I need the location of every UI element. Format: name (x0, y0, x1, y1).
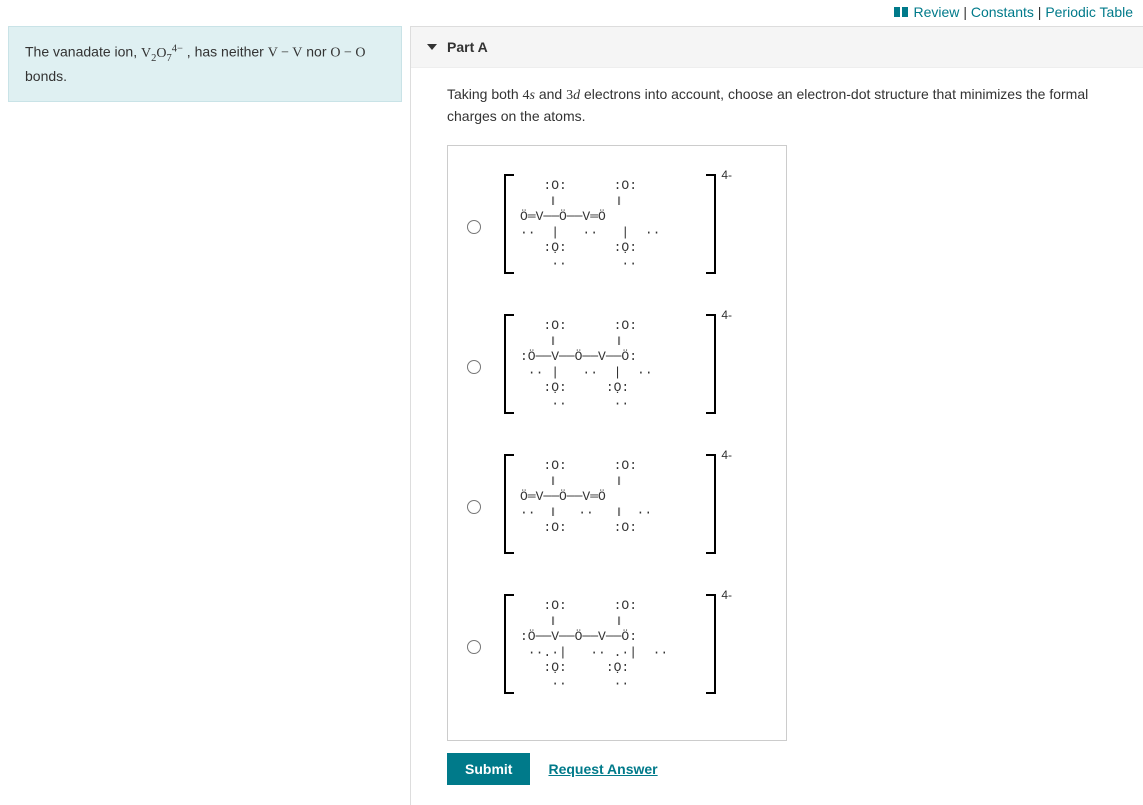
constants-link[interactable]: Constants (971, 4, 1034, 20)
request-answer-link[interactable]: Request Answer (548, 761, 657, 777)
submit-button[interactable]: Submit (447, 753, 530, 785)
option-1-radio[interactable] (467, 220, 481, 234)
question-text: Taking both 4s and 3d electrons into acc… (411, 68, 1111, 139)
option-2[interactable]: 4- :O: :O: ‖ ‖ :Ö──V──Ö──V──Ö: ·· | ·· |… (462, 310, 778, 420)
part-label: Part A (447, 39, 488, 55)
structure-3: 4- :O: :O: ‖ ‖ Ö═V──Ö──V═Ö ·· ‖ ·· ‖ ·· … (494, 450, 744, 560)
problem-info-box: The vanadate ion, V2O74− , has neither V… (8, 26, 402, 102)
periodic-table-link[interactable]: Periodic Table (1045, 4, 1133, 20)
option-4-radio[interactable] (467, 640, 481, 654)
caret-down-icon (427, 44, 437, 50)
structure-4: 4- :O: :O: ‖ ‖ :Ö──V──Ö──V──Ö: ··.·| ·· … (494, 590, 744, 700)
option-2-radio[interactable] (467, 360, 481, 374)
part-header[interactable]: Part A (411, 26, 1143, 68)
review-link[interactable]: Review (914, 4, 960, 20)
option-4[interactable]: 4- :O: :O: ‖ ‖ :Ö──V──Ö──V──Ö: ··.·| ·· … (462, 590, 778, 700)
option-1[interactable]: 4- :O: :O: ‖ ‖ Ö═V──Ö──V═Ö ·· | ·· | ·· … (462, 170, 778, 280)
option-3[interactable]: 4- :O: :O: ‖ ‖ Ö═V──Ö──V═Ö ·· ‖ ·· ‖ ·· … (462, 450, 778, 560)
review-icon (894, 7, 908, 17)
structure-2: 4- :O: :O: ‖ ‖ :Ö──V──Ö──V──Ö: ·· | ·· |… (494, 310, 744, 420)
answer-options: 4- :O: :O: ‖ ‖ Ö═V──Ö──V═Ö ·· | ·· | ·· … (447, 145, 787, 741)
structure-1: 4- :O: :O: ‖ ‖ Ö═V──Ö──V═Ö ·· | ·· | ·· … (494, 170, 744, 280)
option-3-radio[interactable] (467, 500, 481, 514)
top-links: Review | Constants | Periodic Table (894, 4, 1133, 20)
